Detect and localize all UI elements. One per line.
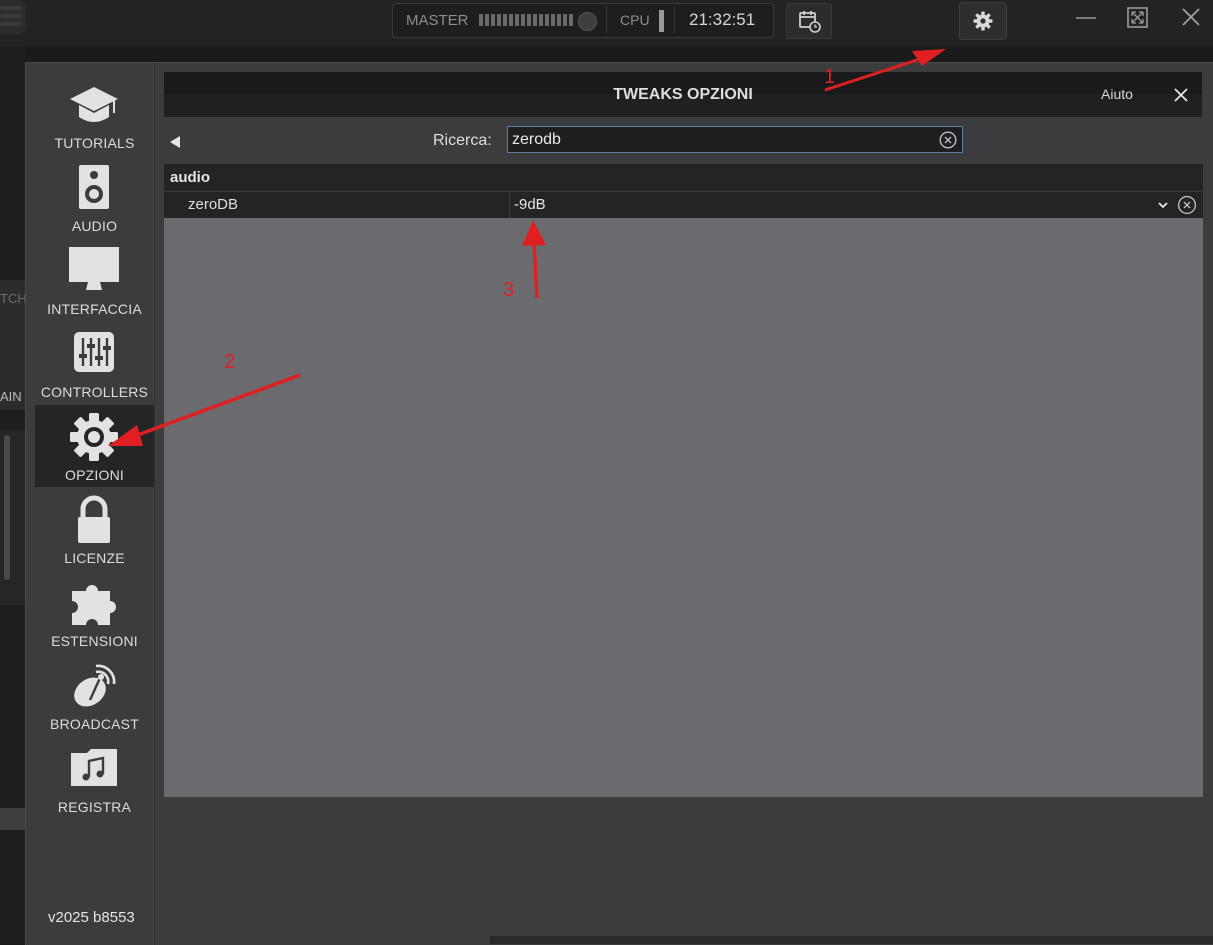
column-divider (509, 192, 510, 218)
chevron-down-icon[interactable] (1156, 198, 1170, 212)
sidebar-item-label: TUTORIALS (54, 135, 135, 151)
version-label: v2025 b8553 (48, 909, 135, 926)
help-link[interactable]: Aiuto (1101, 86, 1133, 102)
options-dialog: TUTORIALS AUDIO INTERFACCIA CONTROLLERS … (25, 62, 1213, 945)
pitch-label: TCH (0, 291, 27, 306)
sidebar-item-registra[interactable]: REGISTRA (35, 737, 154, 819)
status-pill: MASTER CPU 21:32:51 (392, 3, 774, 38)
minimize-icon (1076, 17, 1096, 19)
gear-icon (70, 413, 118, 461)
dialog-close-button[interactable] (1171, 85, 1191, 105)
bottom-strip (490, 936, 1213, 944)
master-label: MASTER (406, 12, 469, 29)
lock-icon (78, 495, 110, 543)
deck-strip (0, 808, 25, 830)
speaker-icon (79, 165, 109, 209)
calendar-button[interactable] (786, 3, 832, 39)
close-icon (1174, 88, 1188, 102)
dialog-title: TWEAKS OPZIONI (613, 86, 753, 103)
clock: 21:32:51 (689, 10, 756, 29)
sidebar-item-opzioni[interactable]: OPZIONI (35, 405, 154, 487)
master-knob[interactable] (578, 12, 597, 31)
dialog-title-bar: TWEAKS OPZIONI Aiuto (164, 72, 1202, 117)
deck-fader-area (0, 430, 25, 605)
sidebar-item-controllers[interactable]: CONTROLLERS (35, 322, 154, 404)
sidebar-item-label: BROADCAST (50, 716, 139, 732)
sidebar-item-label: INTERFACCIA (47, 301, 142, 317)
sidebar-item-label: OPZIONI (65, 467, 124, 483)
puzzle-icon (72, 585, 116, 625)
top-bar: MASTER CPU 21:32:51 (0, 0, 1213, 46)
reset-value-icon[interactable] (1177, 195, 1197, 215)
sliders-icon (74, 332, 114, 372)
sidebar-item-label: CONTROLLERS (40, 384, 149, 400)
maximize-icon (1127, 7, 1148, 28)
sidebar-item-label: LICENZE (64, 550, 125, 566)
graduation-cap-icon (70, 87, 118, 122)
master-level-meter (479, 14, 573, 26)
deck-gain-area: TCH AIN (0, 280, 27, 410)
sidebar-item-label: REGISTRA (57, 799, 132, 815)
close-icon (1182, 8, 1200, 26)
sidebar-item-broadcast[interactable]: BROADCAST (35, 654, 154, 736)
back-arrow-icon[interactable] (170, 136, 180, 148)
minimize-button[interactable] (1071, 6, 1101, 32)
cpu-meter (659, 10, 664, 32)
sidebar-item-tutorials[interactable]: TUTORIALS (35, 73, 154, 155)
search-label: Ricerca: (433, 132, 492, 149)
sidebar-item-licenze[interactable]: LICENZE (35, 488, 154, 570)
settings-sidebar: TUTORIALS AUDIO INTERFACCIA CONTROLLERS … (26, 63, 155, 945)
search-input[interactable]: zerodb (507, 126, 963, 153)
sidebar-item-estensioni[interactable]: ESTENSIONI (35, 571, 154, 653)
options-results-panel: audio zeroDB -9dB (164, 164, 1203, 797)
sidebar-item-label: AUDIO (71, 218, 118, 234)
search-value: zerodb (512, 131, 561, 148)
option-group-name: audio (170, 169, 210, 186)
monitor-icon (69, 247, 119, 290)
clear-search-icon[interactable] (939, 131, 957, 149)
window-close-button[interactable] (1176, 6, 1206, 32)
annotation-number-2: 2 (224, 351, 236, 373)
menu-handle[interactable] (0, 0, 26, 34)
calendar-clock-icon (799, 11, 821, 33)
annotation-number-1: 1 (824, 66, 836, 88)
music-folder-icon (71, 749, 117, 786)
sidebar-item-interfaccia[interactable]: INTERFACCIA (35, 239, 154, 321)
sidebar-item-label: ESTENSIONI (51, 633, 138, 649)
satellite-dish-icon (74, 664, 116, 707)
maximize-button[interactable] (1123, 6, 1153, 32)
cpu-label: CPU (620, 12, 650, 28)
option-value[interactable]: -9dB (514, 196, 546, 213)
annotation-number-3: 3 (503, 279, 515, 301)
gear-icon (973, 11, 993, 31)
option-row[interactable]: zeroDB -9dB (164, 192, 1203, 218)
option-group-header: audio (164, 164, 1203, 192)
sidebar-item-audio[interactable]: AUDIO (35, 156, 154, 238)
settings-button[interactable] (959, 2, 1007, 40)
gain-label: AIN (0, 389, 22, 404)
option-name: zeroDB (188, 196, 239, 213)
